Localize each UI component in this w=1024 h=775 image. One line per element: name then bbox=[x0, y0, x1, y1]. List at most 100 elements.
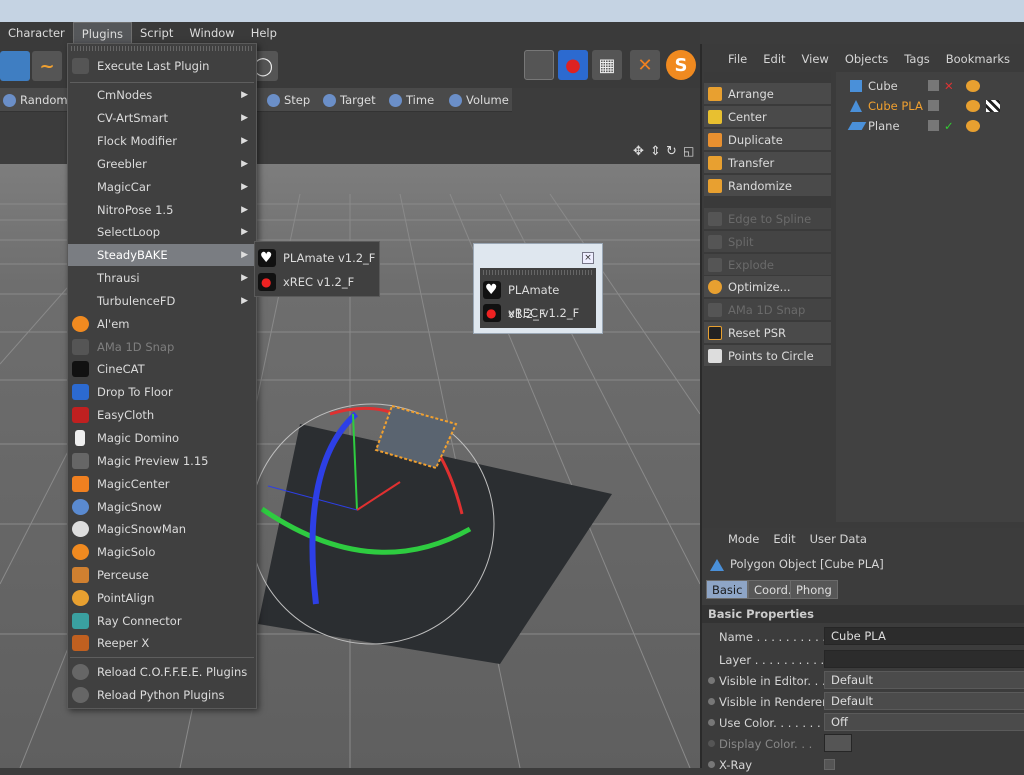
menu-item-reeper-x[interactable]: Reeper X bbox=[68, 632, 256, 654]
menu-item-drop-to-floor[interactable]: Drop To Floor bbox=[68, 381, 256, 403]
om-menu-edit[interactable]: Edit bbox=[763, 52, 785, 72]
submenu-greebler[interactable]: Greebler ▶ bbox=[68, 153, 256, 175]
cmd-duplicate[interactable]: Duplicate bbox=[704, 129, 831, 151]
am-menu-user-data[interactable]: User Data bbox=[810, 532, 867, 546]
palette-grip[interactable] bbox=[483, 270, 593, 275]
maximize-view-icon[interactable]: ◱ bbox=[683, 144, 694, 158]
xray-checkbox[interactable] bbox=[824, 759, 835, 770]
cmd-randomize[interactable]: Randomize bbox=[704, 175, 831, 197]
tag-icon[interactable] bbox=[966, 80, 980, 92]
texture-tag-icon[interactable] bbox=[986, 100, 1000, 112]
drill-icon bbox=[72, 567, 89, 583]
submenu-cmnodes[interactable]: CmNodes ▶ bbox=[68, 84, 256, 106]
om-menu-bookmarks[interactable]: Bookmarks bbox=[946, 52, 1010, 72]
random-button[interactable]: Random bbox=[0, 90, 68, 110]
submenu-nitropose[interactable]: NitroPose 1.5 ▶ bbox=[68, 199, 256, 221]
check-icon[interactable]: ✓ bbox=[944, 116, 954, 136]
menu-item-label: Reload C.O.F.F.E.E. Plugins bbox=[97, 665, 248, 679]
menu-item-cinecat[interactable]: CineCAT bbox=[68, 358, 256, 380]
magic-solo-icon[interactable]: S bbox=[666, 50, 696, 80]
menu-item-pointalign[interactable]: PointAlign bbox=[68, 587, 256, 609]
grid-icon[interactable] bbox=[524, 50, 554, 80]
close-icon[interactable]: × bbox=[582, 252, 594, 264]
cmd-reset-psr[interactable]: Reset PSR bbox=[704, 322, 831, 344]
om-menu-view[interactable]: View bbox=[802, 52, 829, 72]
keyframe-dot-icon[interactable] bbox=[708, 719, 715, 726]
move-view-icon[interactable]: ✥ bbox=[633, 144, 644, 159]
keyframe-dot-icon[interactable] bbox=[708, 677, 715, 684]
cmd-points-to-circle[interactable]: Points to Circle bbox=[704, 345, 831, 367]
menu-item-easycloth[interactable]: EasyCloth bbox=[68, 404, 256, 426]
layer-field[interactable] bbox=[824, 650, 1024, 668]
visibility-icon[interactable] bbox=[928, 120, 939, 131]
volume-button[interactable]: Volume bbox=[446, 90, 509, 110]
clapper-icon[interactable]: ▦ bbox=[592, 50, 622, 80]
menu-character[interactable]: Character bbox=[0, 22, 73, 44]
submenu-item-xrec[interactable]: ● xREC v1.2_F bbox=[255, 270, 379, 294]
menu-tear-off-grip[interactable] bbox=[71, 46, 253, 51]
visibility-icon[interactable] bbox=[928, 100, 939, 111]
step-button[interactable]: Step bbox=[264, 90, 310, 110]
tab-basic[interactable]: Basic bbox=[706, 580, 749, 599]
menu-item-magicsnowman[interactable]: MagicSnowMan bbox=[68, 518, 256, 540]
menu-item-ray-connector[interactable]: Ray Connector bbox=[68, 610, 256, 632]
menu-item-perceuse[interactable]: Perceuse bbox=[68, 564, 256, 586]
menu-window[interactable]: Window bbox=[181, 22, 242, 44]
cmd-optimize[interactable]: Optimize... bbox=[704, 276, 831, 298]
menu-item-reload-coffee[interactable]: Reload C.O.F.F.E.E. Plugins bbox=[68, 661, 256, 683]
tab-phong[interactable]: Phong bbox=[790, 580, 838, 599]
cmd-ama-1d-snap: AMa 1D Snap bbox=[704, 299, 831, 321]
menu-item-magic-domino[interactable]: Magic Domino bbox=[68, 427, 256, 449]
om-menu-file[interactable]: File bbox=[728, 52, 747, 72]
om-menu-tags[interactable]: Tags bbox=[904, 52, 929, 72]
drop-to-floor-icon[interactable]: ● bbox=[558, 50, 588, 80]
object-row-plane[interactable]: Plane ✓ bbox=[836, 116, 1024, 136]
menu-item-reload-python[interactable]: Reload Python Plugins bbox=[68, 684, 256, 706]
menu-item-magicsolo[interactable]: MagicSolo bbox=[68, 541, 256, 563]
magic-center-icon[interactable]: ✕ bbox=[630, 50, 660, 80]
use-color-dropdown[interactable]: Off bbox=[824, 713, 1024, 731]
cmd-transfer[interactable]: Transfer bbox=[704, 152, 831, 174]
palette-item-plamate[interactable]: ♥ PLAmate v1.2_F bbox=[480, 278, 596, 321]
name-field[interactable]: Cube PLA bbox=[824, 627, 1024, 645]
menu-item-alem[interactable]: Al'em bbox=[68, 313, 256, 335]
target-button[interactable]: Target bbox=[320, 90, 376, 110]
rotate-view-icon[interactable]: ↻ bbox=[666, 144, 677, 159]
submenu-steadybake[interactable]: SteadyBAKE ▶ bbox=[68, 244, 256, 266]
submenu-magiccar[interactable]: MagicCar ▶ bbox=[68, 176, 256, 198]
time-button[interactable]: Time bbox=[386, 90, 434, 110]
object-row-cube[interactable]: Cube ✕ bbox=[836, 76, 1024, 96]
section-header: Basic Properties bbox=[702, 605, 1024, 623]
cmd-arrange[interactable]: Arrange bbox=[704, 83, 831, 105]
submenu-item-plamate[interactable]: ♥ PLAmate v1.2_F bbox=[255, 246, 379, 270]
cube-icon[interactable] bbox=[0, 51, 30, 81]
menu-item-execute-last-plugin[interactable]: Execute Last Plugin bbox=[68, 55, 256, 77]
menu-help[interactable]: Help bbox=[243, 22, 285, 44]
submenu-cv-artsmart[interactable]: CV-ArtSmart ▶ bbox=[68, 107, 256, 129]
menu-item-magicsnow[interactable]: MagicSnow bbox=[68, 496, 256, 518]
cmd-center[interactable]: Center bbox=[704, 106, 831, 128]
pan-view-icon[interactable]: ⇕ bbox=[650, 144, 661, 159]
menu-item-magiccenter[interactable]: MagicCenter bbox=[68, 473, 256, 495]
object-row-cube-pla[interactable]: Cube PLA bbox=[836, 96, 1024, 116]
visible-editor-dropdown[interactable]: Default bbox=[824, 671, 1024, 689]
am-menu-mode[interactable]: Mode bbox=[728, 532, 759, 546]
keyframe-dot-icon[interactable] bbox=[708, 761, 715, 768]
submenu-turbulencefd[interactable]: TurbulenceFD ▶ bbox=[68, 290, 256, 312]
menu-plugins[interactable]: Plugins bbox=[72, 22, 132, 44]
am-menu-edit[interactable]: Edit bbox=[773, 532, 795, 546]
tag-icon[interactable] bbox=[966, 120, 980, 132]
visibility-icon[interactable] bbox=[928, 80, 939, 91]
om-menu-objects[interactable]: Objects bbox=[845, 52, 888, 72]
menu-script[interactable]: Script bbox=[132, 22, 181, 44]
layer-x-icon[interactable]: ✕ bbox=[944, 76, 954, 96]
spline-pen-icon[interactable]: ~ bbox=[32, 51, 62, 81]
submenu-flock-modifier[interactable]: Flock Modifier ▶ bbox=[68, 130, 256, 152]
submenu-selectloop[interactable]: SelectLoop ▶ bbox=[68, 221, 256, 243]
palette-item-xrec[interactable]: ● xREC v1.2_F bbox=[480, 301, 596, 325]
keyframe-dot-icon[interactable] bbox=[708, 698, 715, 705]
visible-renderer-dropdown[interactable]: Default bbox=[824, 692, 1024, 710]
tag-icon[interactable] bbox=[966, 100, 980, 112]
menu-item-magic-preview[interactable]: Magic Preview 1.15 bbox=[68, 450, 256, 472]
submenu-thrausi[interactable]: Thrausi ▶ bbox=[68, 267, 256, 289]
